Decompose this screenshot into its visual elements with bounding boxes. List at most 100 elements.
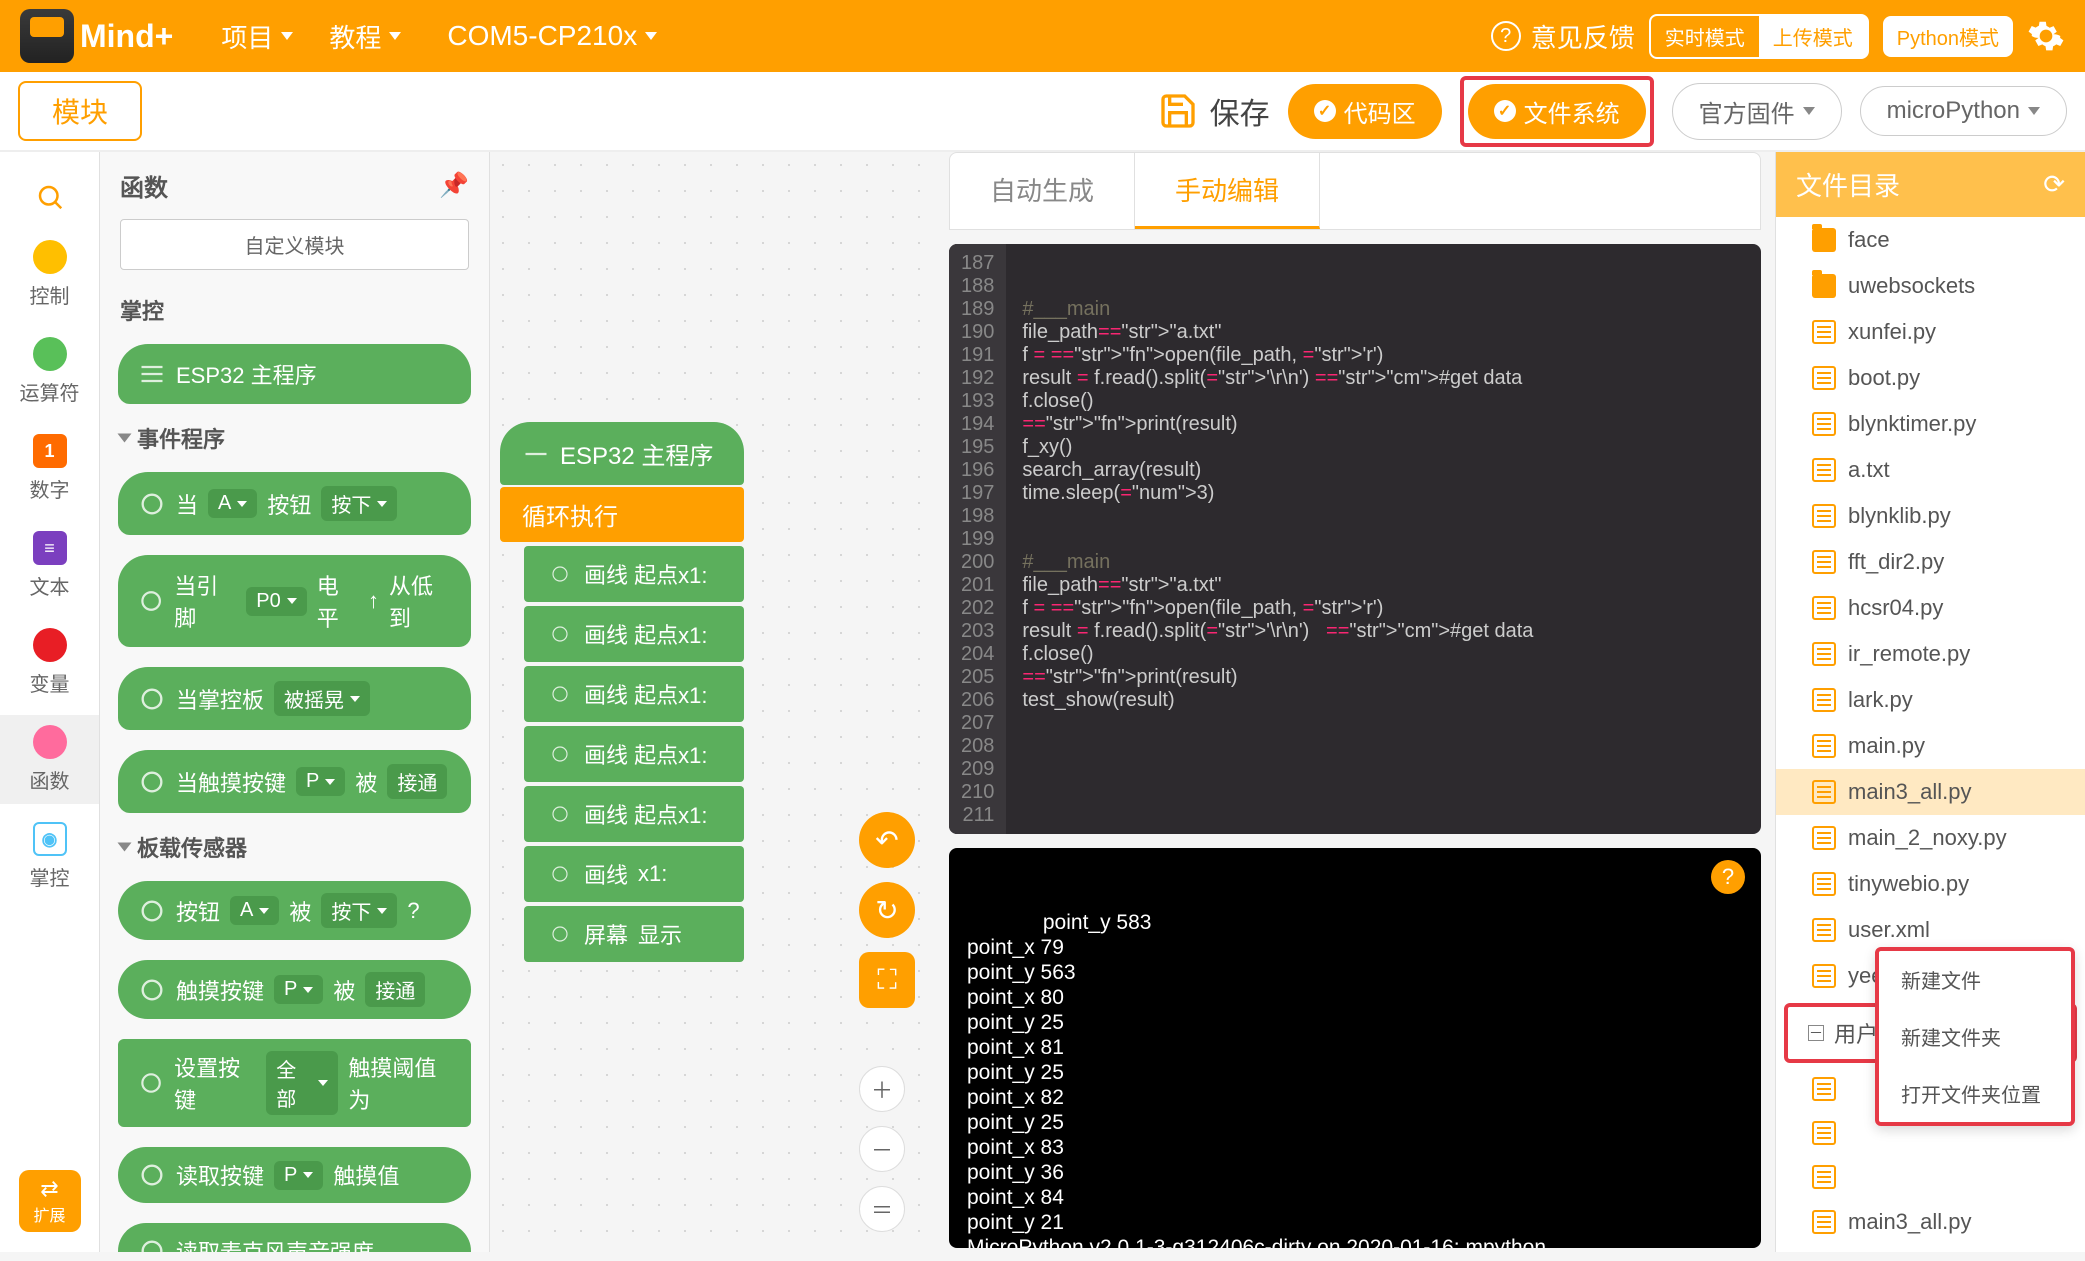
block-icon xyxy=(138,360,166,388)
function-category[interactable]: 函数 xyxy=(0,715,99,804)
custom-block-button[interactable]: 自定义模块 xyxy=(120,219,469,270)
ctx-new-file[interactable]: 新建文件 xyxy=(1879,951,2071,1008)
block-when-button[interactable]: 当A按钮按下 xyxy=(118,472,471,535)
section-sensor[interactable]: 板载传感器 xyxy=(100,823,489,871)
block-read-button[interactable]: 读取按键P触摸值 xyxy=(118,1147,471,1203)
logo-icon xyxy=(20,9,74,63)
undo-button[interactable]: ↶ xyxy=(859,812,915,868)
variable-dot-icon xyxy=(33,628,67,662)
block-set-button[interactable]: 设置按键全部触摸阈值为 xyxy=(118,1039,471,1127)
zoom-reset-button[interactable]: ＝ xyxy=(859,1186,905,1232)
block-read-mic[interactable]: 读取麦克风声音强度 xyxy=(118,1223,471,1252)
operator-category[interactable]: 运算符 xyxy=(0,327,99,416)
file-item[interactable]: ir_remote.py xyxy=(1776,631,2085,677)
file-item[interactable]: main3_all.py xyxy=(1776,1199,2085,1245)
code-body[interactable]: #___mainfile_path=="str">"a.txt"f = =="s… xyxy=(1006,244,1761,834)
block-icon xyxy=(138,1069,164,1097)
python-mode-button[interactable]: Python模式 xyxy=(1883,16,2013,57)
canvas-line-block[interactable]: 画线 起点x1: xyxy=(524,726,744,782)
file-item[interactable]: tinywebio.py xyxy=(1776,861,2085,907)
block-icon xyxy=(138,490,166,518)
zoom-out-button[interactable]: － xyxy=(859,1126,905,1172)
caret-down-icon xyxy=(2028,107,2040,115)
crop-button[interactable]: ⛶ xyxy=(859,952,915,1008)
collapse-icon: － xyxy=(1808,1025,1824,1041)
upload-mode-button[interactable]: 上传模式 xyxy=(1759,16,1867,57)
file-item[interactable]: uwebsockets xyxy=(1776,263,2085,309)
canvas-line-block[interactable]: 画线 起点x1: xyxy=(524,546,744,602)
console-output[interactable]: ? point_y 583 point_x 79 point_y 563 poi… xyxy=(949,848,1761,1248)
canvas-line-block[interactable]: 画线 起点x1: xyxy=(524,666,744,722)
block-stack[interactable]: ESP32 主程序 循环执行 画线 起点x1: 画线 起点x1: 画线 起点x1… xyxy=(500,422,744,962)
canvas-line-block[interactable]: 画线 起点x1: xyxy=(524,786,744,842)
block-icon xyxy=(546,680,574,708)
file-item[interactable]: main_1_xy.py xyxy=(1776,1245,2085,1252)
block-esp32-main[interactable]: ESP32 主程序 xyxy=(118,344,471,404)
file-item[interactable]: main3_all.py xyxy=(1776,769,2085,815)
file-item[interactable]: blynklib.py xyxy=(1776,493,2085,539)
file-item[interactable]: hcsr04.py xyxy=(1776,585,2085,631)
brand-text: Mind+ xyxy=(80,18,173,55)
tab-manual[interactable]: 手动编辑 xyxy=(1135,153,1320,229)
file-item[interactable]: a.txt xyxy=(1776,447,2085,493)
canvas-line-block[interactable]: 画线 起点x1: xyxy=(524,606,744,662)
number-category[interactable]: 1数字 xyxy=(0,424,99,513)
variable-category[interactable]: 变量 xyxy=(0,618,99,707)
file-icon xyxy=(1812,642,1836,666)
canvas-line-block[interactable]: 画线x1: xyxy=(524,846,744,902)
extension-button[interactable]: ⇄扩展 xyxy=(19,1170,81,1232)
file-system-button[interactable]: ✓文件系统 xyxy=(1468,84,1646,139)
canvas-screen-block[interactable]: 屏幕显示 xyxy=(524,906,744,962)
mode-switch: 实时模式 上传模式 xyxy=(1649,14,1869,59)
file-icon xyxy=(1812,780,1836,804)
tab-auto[interactable]: 自动生成 xyxy=(950,153,1135,229)
folder-icon xyxy=(1812,274,1836,298)
block-touch-key[interactable]: 触摸按键P被接通 xyxy=(118,960,471,1019)
code-area-button[interactable]: ✓代码区 xyxy=(1288,84,1442,139)
redo-button[interactable]: ↻ xyxy=(859,882,915,938)
micropython-dropdown[interactable]: microPython xyxy=(1860,86,2067,136)
code-editor[interactable]: 1871881891901911921931941951961971981992… xyxy=(949,244,1761,834)
file-item[interactable]: face xyxy=(1776,217,2085,263)
gear-icon[interactable] xyxy=(2027,17,2065,55)
file-item[interactable]: xunfei.py xyxy=(1776,309,2085,355)
ctx-open-location[interactable]: 打开文件夹位置 xyxy=(1879,1065,2071,1122)
file-item[interactable]: fft_dir2.py xyxy=(1776,539,2085,585)
zoom-in-button[interactable]: ＋ xyxy=(859,1066,905,1112)
file-item[interactable]: boot.py xyxy=(1776,355,2085,401)
file-tree-body[interactable]: faceuwebsocketsxunfei.pyboot.pyblynktime… xyxy=(1776,217,2085,1252)
block-when-shake[interactable]: 当掌控板被摇晃 xyxy=(118,667,471,730)
canvas-loop-block[interactable]: 循环执行 xyxy=(500,487,744,542)
file-item[interactable]: blynktimer.py xyxy=(1776,401,2085,447)
help-button[interactable]: ? xyxy=(1711,860,1745,894)
search-category[interactable] xyxy=(0,172,99,222)
feedback-link[interactable]: ?意见反馈 xyxy=(1491,18,1635,55)
mpython-category[interactable]: ◉掌控 xyxy=(0,812,99,901)
section-event[interactable]: 事件程序 xyxy=(100,414,489,462)
port-selector[interactable]: COM5-CP210x xyxy=(429,20,675,52)
block-button-pressed[interactable]: 按钮A被按下? xyxy=(118,881,471,940)
file-icon xyxy=(1812,1210,1836,1234)
canvas-hat-block[interactable]: ESP32 主程序 xyxy=(500,422,744,485)
control-category[interactable]: 控制 xyxy=(0,230,99,319)
block-when-touch[interactable]: 当触摸按键P被接通 xyxy=(118,750,471,813)
firmware-dropdown[interactable]: 官方固件 xyxy=(1672,83,1842,140)
save-button[interactable]: 保存 xyxy=(1158,89,1270,133)
ctx-new-folder[interactable]: 新建文件夹 xyxy=(1879,1008,2071,1065)
blocks-button[interactable]: 模块 xyxy=(18,81,142,141)
block-icon xyxy=(138,976,166,1004)
block-when-pin[interactable]: 当引脚P0电平↑从低到 xyxy=(118,555,471,647)
menu-project[interactable]: 项目 xyxy=(203,18,311,55)
workspace-canvas[interactable]: ESP32 主程序 循环执行 画线 起点x1: 画线 起点x1: 画线 起点x1… xyxy=(490,152,935,1252)
file-item[interactable]: lark.py xyxy=(1776,677,2085,723)
file-icon xyxy=(1812,826,1836,850)
file-item[interactable]: main_2_noxy.py xyxy=(1776,815,2085,861)
file-item[interactable]: main.py xyxy=(1776,723,2085,769)
realtime-mode-button[interactable]: 实时模式 xyxy=(1651,16,1759,57)
refresh-icon[interactable]: ⟳ xyxy=(2043,169,2065,200)
section-mpython: 掌控 xyxy=(100,286,489,334)
pin-icon[interactable]: 📌 xyxy=(439,171,469,200)
file-item[interactable] xyxy=(1776,1155,2085,1199)
text-category[interactable]: ≡文本 xyxy=(0,521,99,610)
menu-tutorial[interactable]: 教程 xyxy=(311,18,419,55)
